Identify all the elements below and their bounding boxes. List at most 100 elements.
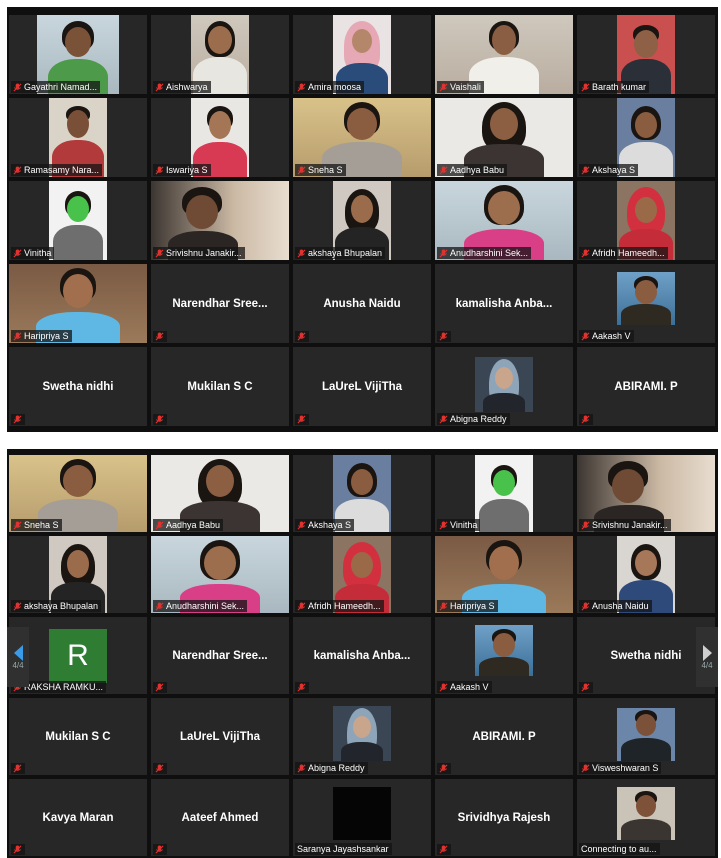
- muted-mic-icon: [439, 601, 448, 610]
- participant-tile[interactable]: Srivishnu Janakir...: [577, 455, 715, 532]
- participant-name: Sneha S: [308, 165, 343, 175]
- participant-tile[interactable]: Swetha nidhi: [9, 347, 147, 426]
- participant-tile[interactable]: Aadhya Babu: [435, 98, 573, 177]
- previous-page-button[interactable]: 4/4: [7, 627, 29, 687]
- participant-tile[interactable]: LaUreL VijiTha: [151, 698, 289, 775]
- participant-name: Anudharshini Sek...: [450, 248, 529, 258]
- participant-tile[interactable]: Srividhya Rajesh: [435, 779, 573, 856]
- participant-display-name: Aateef Ahmed: [181, 811, 259, 824]
- participant-tile[interactable]: Vaishali: [435, 15, 573, 94]
- participant-tile[interactable]: Visweshwaran S: [577, 698, 715, 775]
- participant-tile[interactable]: kamalisha Anba...: [293, 617, 431, 694]
- participant-name-label: Abigna Reddy: [295, 762, 368, 774]
- participant-tile[interactable]: Vinitha: [435, 455, 573, 532]
- participant-tile[interactable]: Afridh Hameedh...: [577, 181, 715, 260]
- participant-tile[interactable]: Haripriya S: [9, 264, 147, 343]
- participant-name: Aadhya Babu: [450, 165, 505, 175]
- muted-mic-icon: [297, 165, 306, 174]
- participant-tile[interactable]: Sneha S: [293, 98, 431, 177]
- gallery-view-bottom: Sneha S Aadhya Babu Akshaya S Vinitha Sr…: [7, 449, 718, 858]
- participant-name: Aadhya Babu: [166, 520, 221, 530]
- participant-tile[interactable]: Barath kumar: [577, 15, 715, 94]
- participant-tile[interactable]: Amira moosa: [293, 15, 431, 94]
- participant-tile[interactable]: Swetha nidhi: [577, 617, 715, 694]
- participant-tile[interactable]: Aakash V: [577, 264, 715, 343]
- participant-tile[interactable]: Aakash V: [435, 617, 573, 694]
- participant-name: Akshaya S: [308, 520, 352, 530]
- muted-mic-icon: [13, 764, 22, 773]
- participant-tile[interactable]: kamalisha Anba...: [435, 264, 573, 343]
- participant-tile[interactable]: Anusha Naidu: [293, 264, 431, 343]
- participant-name: Vinitha: [24, 248, 52, 258]
- participant-name-label: Saranya Jayashsankar: [295, 843, 392, 855]
- muted-mic-icon: [155, 764, 164, 773]
- muted-mic-icon: [581, 520, 590, 529]
- participant-tile[interactable]: Abigna Reddy: [293, 698, 431, 775]
- participant-tile[interactable]: Akshaya S: [293, 455, 431, 532]
- participant-tile[interactable]: Anusha Naidu: [577, 536, 715, 613]
- participant-name-label: Aadhya Babu: [437, 164, 508, 176]
- next-page-button[interactable]: 4/4: [696, 627, 718, 687]
- participant-tile[interactable]: Connecting to au...: [577, 779, 715, 856]
- participant-video: [617, 787, 675, 840]
- gallery-view-top: Gayathri Namad... Aishwarya Amira moosa …: [7, 7, 718, 432]
- participant-tile[interactable]: Anudharshini Sek...: [151, 536, 289, 613]
- participant-name: Haripriya S: [450, 601, 495, 611]
- participant-name: Amira moosa: [308, 82, 362, 92]
- participant-video: [617, 708, 675, 761]
- participant-tile[interactable]: Saranya Jayashsankar: [293, 779, 431, 856]
- muted-mic-icon: [13, 520, 22, 529]
- muted-mic-icon: [439, 520, 448, 529]
- participant-tile[interactable]: akshaya Bhupalan: [9, 536, 147, 613]
- muted-mic-icon: [439, 845, 448, 854]
- participant-name-label: Srivishnu Janakir...: [579, 519, 671, 531]
- muted-mic-icon: [439, 165, 448, 174]
- muted-mic-icon: [155, 165, 164, 174]
- participant-tile[interactable]: ABIRAMI. P: [435, 698, 573, 775]
- participant-tile[interactable]: Vinitha: [9, 181, 147, 260]
- participant-tile[interactable]: Gayathri Namad...: [9, 15, 147, 94]
- participant-name-label: [153, 331, 167, 342]
- participant-tile[interactable]: R RAKSHA RAMKU...: [9, 617, 147, 694]
- muted-mic-icon: [155, 332, 164, 341]
- participant-name: Sneha S: [24, 520, 59, 530]
- participant-display-name: Kavya Maran: [42, 811, 114, 824]
- muted-mic-icon: [581, 683, 590, 692]
- participant-tile[interactable]: Abigna Reddy: [435, 347, 573, 426]
- participant-tile[interactable]: Akshaya S: [577, 98, 715, 177]
- chevron-left-icon: [13, 644, 23, 661]
- participant-name-label: Visweshwaran S: [579, 762, 662, 774]
- participant-name-label: Vinitha: [437, 519, 481, 531]
- participant-tile[interactable]: Kavya Maran: [9, 779, 147, 856]
- participant-tile[interactable]: Srivishnu Janakir...: [151, 181, 289, 260]
- participant-tile[interactable]: akshaya Bhupalan: [293, 181, 431, 260]
- participant-name-label: akshaya Bhupalan: [11, 600, 102, 612]
- participant-tile[interactable]: Sneha S: [9, 455, 147, 532]
- participant-display-name: Srividhya Rajesh: [457, 811, 551, 824]
- participant-display-name: kamalisha Anba...: [455, 297, 553, 310]
- participant-tile[interactable]: Aadhya Babu: [151, 455, 289, 532]
- muted-mic-icon: [155, 248, 164, 257]
- participant-tile[interactable]: Narendhar Sree...: [151, 264, 289, 343]
- participant-tile[interactable]: Mukilan S C: [9, 698, 147, 775]
- participant-name: Saranya Jayashsankar: [297, 844, 389, 854]
- participant-name-label: Aishwarya: [153, 81, 211, 93]
- muted-mic-icon: [13, 845, 22, 854]
- participant-tile[interactable]: Mukilan S C: [151, 347, 289, 426]
- muted-mic-icon: [297, 332, 306, 341]
- participant-tile[interactable]: Afridh Hameedh...: [293, 536, 431, 613]
- participant-tile[interactable]: Haripriya S: [435, 536, 573, 613]
- participant-tile[interactable]: Anudharshini Sek...: [435, 181, 573, 260]
- participant-tile[interactable]: Ramasamy Nara...: [9, 98, 147, 177]
- participant-tile[interactable]: ABIRAMI. P: [577, 347, 715, 426]
- participant-tile[interactable]: Aishwarya: [151, 15, 289, 94]
- participant-tile[interactable]: Aateef Ahmed: [151, 779, 289, 856]
- participant-tile[interactable]: Iswariya S: [151, 98, 289, 177]
- muted-mic-icon: [439, 682, 448, 691]
- participant-tile[interactable]: Narendhar Sree...: [151, 617, 289, 694]
- participant-name-label: [153, 682, 167, 693]
- muted-mic-icon: [581, 165, 590, 174]
- muted-mic-icon: [439, 82, 448, 91]
- participant-tile[interactable]: LaUreL VijiTha: [293, 347, 431, 426]
- muted-mic-icon: [581, 415, 590, 424]
